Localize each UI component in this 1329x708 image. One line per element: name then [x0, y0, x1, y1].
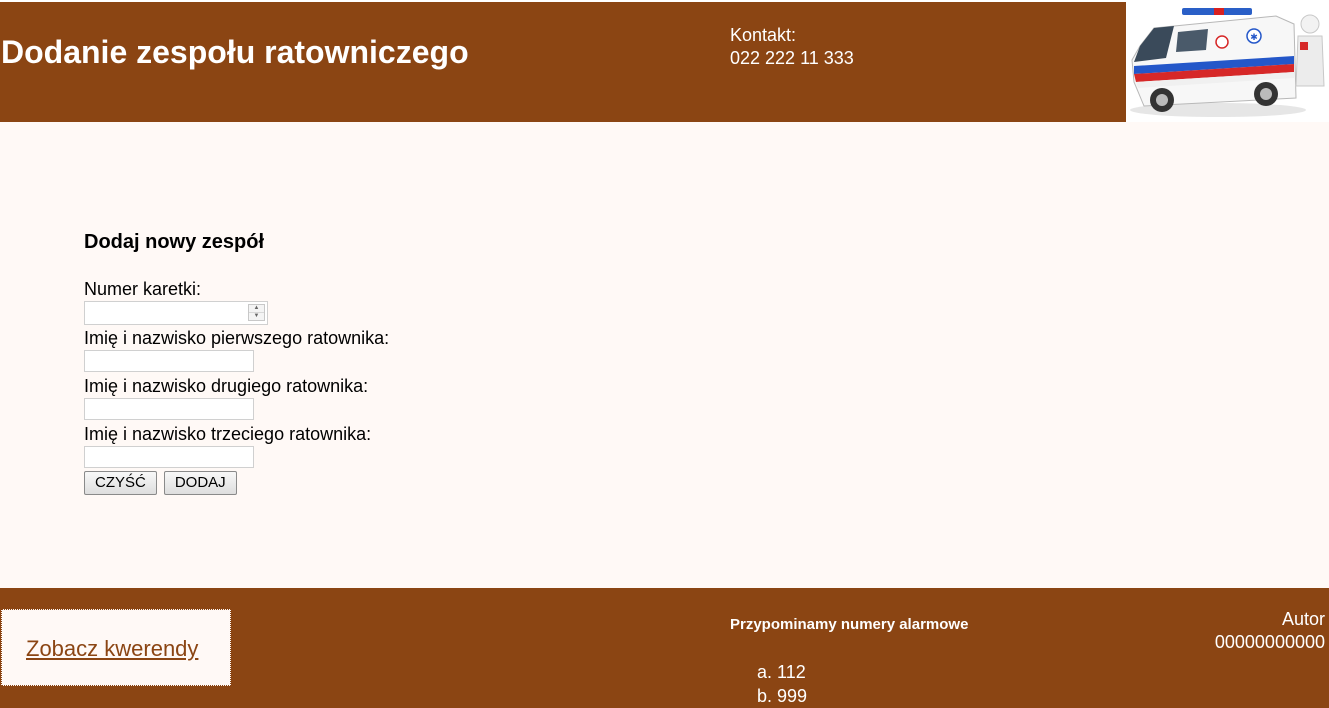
- author-value: 00000000000: [1214, 632, 1325, 652]
- page-title: Dodanie zespołu ratowniczego: [1, 34, 469, 70]
- add-button[interactable]: DODAJ: [163, 471, 237, 495]
- alarm-number-item: b. 999: [757, 686, 808, 706]
- contact-label: Kontakt:: [730, 25, 797, 45]
- author-section: Autor 00000000000: [1215, 608, 1325, 654]
- author-label: Autor: [1281, 609, 1325, 629]
- header: Dodanie zespołu ratowniczego Kontakt: 02…: [0, 2, 1126, 122]
- ambulance-number-wrapper: ▲ ▼: [84, 301, 268, 325]
- ambulance-image: ✱: [1126, 2, 1329, 122]
- footer: Zobacz kwerendy Przypominamy numery alar…: [0, 588, 1329, 708]
- alarm-number-item: a. 112: [757, 662, 806, 682]
- number-spinner[interactable]: ▲ ▼: [248, 304, 265, 321]
- add-team-form: Numer karetki: ▲ ▼ Imię i nazwisko pierw…: [84, 278, 389, 495]
- spinner-up-icon[interactable]: ▲: [249, 305, 264, 312]
- alarm-numbers-list: a. 112 b. 999: [730, 660, 807, 708]
- ambulance-icon: ✱: [1130, 8, 1325, 117]
- alarm-reminder: Przypominamy numery alarmowe: [730, 616, 969, 633]
- first-rescuer-label: Imię i nazwisko pierwszego ratownika:: [84, 328, 390, 348]
- ambulance-number-label: Numer karetki:: [84, 279, 202, 299]
- second-rescuer-label: Imię i nazwisko drugiego ratownika:: [84, 376, 369, 396]
- svg-text:✱: ✱: [1250, 32, 1258, 42]
- contact-phone: 022 222 11 333: [730, 48, 854, 68]
- second-rescuer-input[interactable]: [84, 398, 254, 420]
- contact-section: Kontakt: 022 222 11 333: [730, 24, 854, 70]
- form-buttons: CZYŚĆ DODAJ: [84, 471, 389, 495]
- spinner-down-icon[interactable]: ▼: [249, 312, 264, 320]
- page: Dodanie zespołu ratowniczego Kontakt: 02…: [0, 0, 1329, 708]
- main-content: Dodaj nowy zespół Numer karetki: ▲ ▼ Imi…: [0, 122, 1329, 588]
- form-heading: Dodaj nowy zespół: [84, 231, 265, 253]
- clear-button[interactable]: CZYŚĆ: [84, 471, 157, 495]
- first-rescuer-input[interactable]: [84, 350, 254, 372]
- third-rescuer-input[interactable]: [84, 446, 254, 468]
- query-link-box: Zobacz kwerendy: [1, 609, 231, 686]
- ambulance-number-input[interactable]: [84, 301, 268, 325]
- view-queries-link[interactable]: Zobacz kwerendy: [26, 636, 198, 662]
- third-rescuer-label: Imię i nazwisko trzeciego ratownika:: [84, 424, 372, 444]
